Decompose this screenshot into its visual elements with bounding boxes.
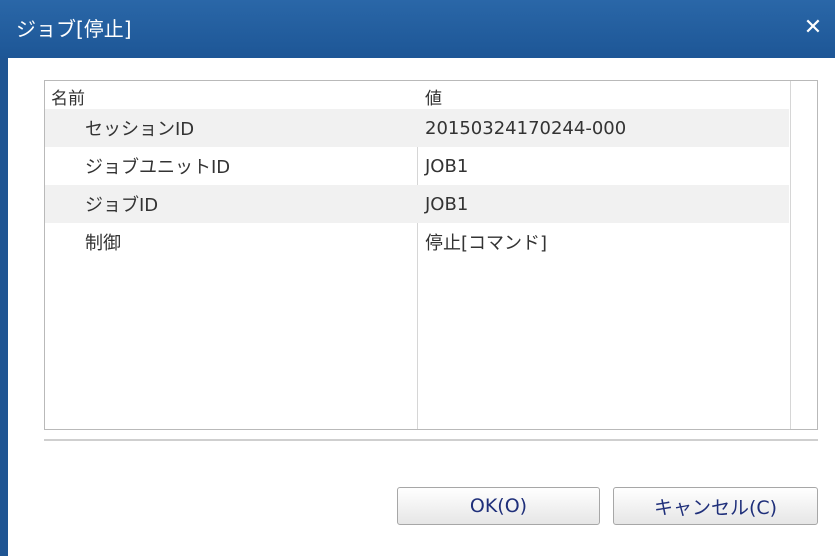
properties-table: 名前 値 セッションID 20150324170244-000 ジョブユニットI… [44, 80, 818, 430]
ok-button[interactable]: OK(O) [397, 487, 600, 525]
header-name[interactable]: 名前 [51, 81, 85, 112]
column-divider-right [790, 81, 791, 429]
row-name: ジョブユニットID [85, 157, 231, 178]
table-row[interactable]: ジョブユニットID JOB1 [45, 147, 789, 185]
row-value: 20150324170244-000 [425, 117, 627, 139]
row-name: セッションID [85, 119, 195, 140]
row-value: 停止[コマンド] [425, 233, 548, 254]
title-bar: ジョブ[停止] ✕ [0, 0, 835, 58]
table-row[interactable]: 制御 停止[コマンド] [45, 223, 789, 261]
window-title: ジョブ[停止] [16, 17, 132, 41]
table-row[interactable]: ジョブID JOB1 [45, 185, 789, 223]
row-name: 制御 [85, 233, 121, 254]
dialog-window: ジョブ[停止] ✕ 名前 値 セッションID 20150324170244-00… [0, 0, 835, 556]
table-row[interactable]: セッションID 20150324170244-000 [45, 109, 789, 147]
header-value[interactable]: 値 [425, 81, 442, 112]
cancel-button[interactable]: キャンセル(C) [613, 487, 818, 525]
row-value: JOB1 [425, 193, 469, 215]
row-value: JOB1 [425, 155, 469, 177]
close-icon[interactable]: ✕ [801, 16, 825, 40]
separator-line [44, 439, 818, 441]
table-header: 名前 値 [45, 81, 789, 109]
row-name: ジョブID [85, 195, 159, 216]
